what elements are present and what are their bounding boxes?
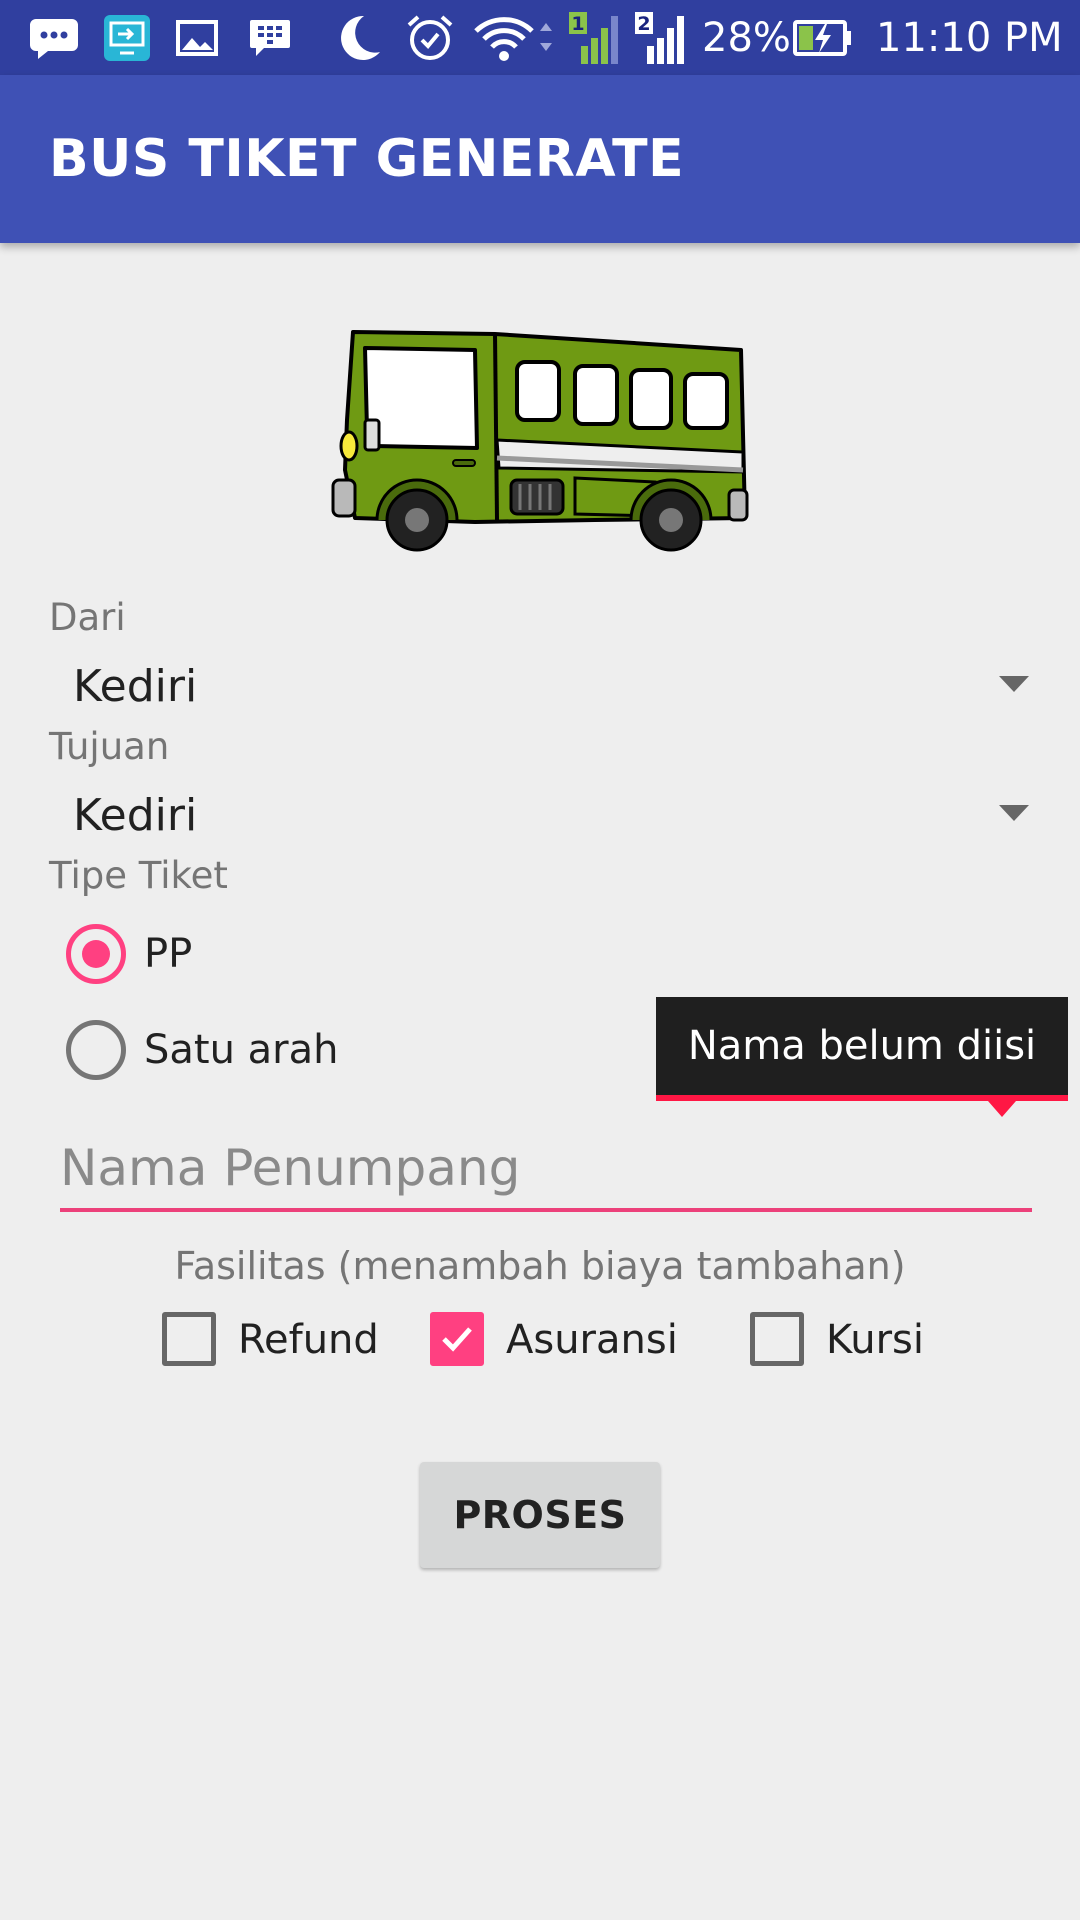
proses-button[interactable]: PROSES	[420, 1462, 660, 1568]
dropdown-arrow-icon	[999, 676, 1029, 692]
error-pointer-icon	[988, 1101, 1016, 1117]
checkbox-insurance[interactable]: Asuransi	[430, 1308, 690, 1372]
remote-icon	[100, 0, 154, 75]
svg-text:1: 1	[571, 13, 584, 35]
alarm-icon	[404, 0, 456, 75]
name-input-underline	[60, 1208, 1032, 1212]
signal-sim2-icon: 2	[632, 0, 688, 75]
from-spinner[interactable]: Kediri	[49, 646, 1029, 726]
radio-selected-icon	[66, 924, 126, 984]
radio-one-way-label: Satu arah	[144, 1027, 339, 1073]
checkbox-refund-label: Refund	[238, 1317, 379, 1363]
to-spinner-value: Kediri	[73, 789, 198, 841]
moon-icon	[334, 0, 384, 75]
name-error-text: Nama belum diisi	[687, 1023, 1037, 1069]
to-label: Tujuan	[49, 725, 170, 768]
checkbox-seat-label: Kursi	[826, 1317, 924, 1363]
checkbox-checked-icon	[430, 1312, 484, 1366]
radio-pp-label: PP	[144, 931, 193, 977]
gallery-icon	[174, 0, 220, 75]
bus-illustration	[325, 320, 755, 555]
svg-text:2: 2	[637, 13, 650, 35]
app-title: BUS TIKET GENERATE	[49, 129, 685, 189]
clock-time: 11:10 PM	[876, 14, 1063, 61]
wifi-icon	[474, 0, 554, 75]
radio-unselected-icon	[66, 1020, 126, 1080]
checkbox-seat[interactable]: Kursi	[750, 1308, 950, 1372]
battery-percentage: 28%	[702, 14, 791, 61]
checkbox-insurance-label: Asuransi	[506, 1317, 678, 1363]
app-bar: BUS TIKET GENERATE	[0, 75, 1080, 243]
from-spinner-value: Kediri	[73, 660, 198, 712]
checkbox-unchecked-icon	[750, 1312, 804, 1366]
radio-pp[interactable]: PP	[64, 919, 564, 989]
passenger-name-input[interactable]	[60, 1128, 1032, 1208]
dropdown-arrow-icon	[999, 805, 1029, 821]
bbm-icon	[246, 0, 294, 75]
name-error-popup: Nama belum diisi	[656, 997, 1068, 1101]
ticket-type-label: Tipe Tiket	[49, 854, 228, 897]
signal-sim1-icon: 1	[566, 0, 622, 75]
checkbox-refund[interactable]: Refund	[162, 1308, 382, 1372]
facilities-label: Fasilitas (menambah biaya tambahan)	[174, 1244, 906, 1288]
messenger-icon	[26, 0, 82, 75]
checkbox-unchecked-icon	[162, 1312, 216, 1366]
radio-one-way[interactable]: Satu arah	[64, 1015, 564, 1085]
battery-charging-icon	[792, 0, 854, 75]
status-bar: 1 2 28% 11:10 PM	[0, 0, 1080, 75]
from-label: Dari	[49, 596, 126, 639]
to-spinner[interactable]: Kediri	[49, 775, 1029, 855]
